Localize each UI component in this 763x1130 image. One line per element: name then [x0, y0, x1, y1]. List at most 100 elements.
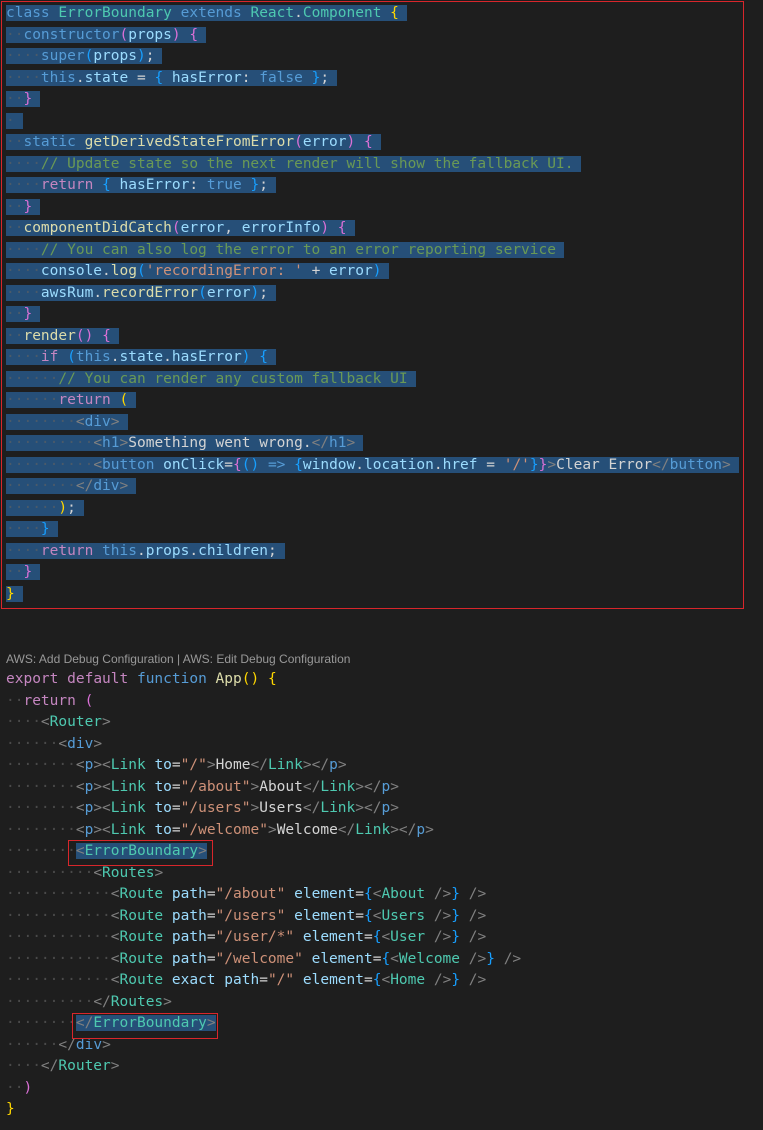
- code-line[interactable]: ··}: [0, 89, 739, 111]
- line-tokens: this.state = { hasError: false };: [41, 70, 329, 86]
- code-line[interactable]: export default function App() {: [0, 669, 521, 691]
- code-line[interactable]: ······// You can render any custom fallb…: [0, 369, 739, 391]
- code-token: ): [250, 284, 260, 301]
- indent-whitespace: ··: [6, 220, 24, 236]
- code-line[interactable]: ········<ErrorBoundary>: [0, 841, 521, 863]
- code-line[interactable]: ······return (: [0, 390, 739, 412]
- code-token: Users: [381, 907, 426, 924]
- code-line[interactable]: ········<div>: [0, 412, 739, 434]
- code-line[interactable]: ·: [0, 111, 739, 133]
- code-line[interactable]: ··componentDidCatch(error, errorInfo) {: [0, 218, 739, 240]
- code-token: >: [119, 478, 129, 494]
- code-line[interactable]: ····</Router>: [0, 1056, 521, 1078]
- code-line[interactable]: ······<div>: [0, 734, 521, 756]
- code-token: >: [154, 864, 164, 881]
- edit-debug-config-link[interactable]: AWS: Edit Debug Configuration: [183, 652, 351, 666]
- code-token: <: [93, 435, 103, 451]
- add-debug-config-link[interactable]: AWS: Add Debug Configuration: [6, 652, 174, 666]
- code-token: </: [652, 456, 670, 473]
- code-token: {: [102, 177, 111, 193]
- code-token: ;: [259, 284, 268, 301]
- line-content: ··········<Routes>: [6, 865, 163, 881]
- code-line[interactable]: ··········<Routes>: [0, 863, 521, 885]
- code-token: =: [477, 456, 504, 473]
- code-token: .: [136, 542, 146, 559]
- code-line[interactable]: ··static getDerivedStateFromError(error)…: [0, 132, 739, 154]
- code-line[interactable]: ····// Update state so the next render w…: [0, 154, 739, 176]
- code-token: ><: [93, 778, 111, 795]
- code-token: />: [468, 950, 487, 967]
- line-tokens: <Route path="/welcome" element={<Welcome…: [111, 951, 521, 967]
- line-content: ······return (: [6, 392, 137, 408]
- code-token: </: [75, 1015, 94, 1031]
- indent-whitespace: ········: [6, 843, 76, 859]
- code-line[interactable]: ············<Route path="/users" element…: [0, 906, 521, 928]
- code-line[interactable]: ········<p><Link to="/welcome">Welcome</…: [0, 820, 521, 842]
- code-line[interactable]: ····return { hasError: true };: [0, 175, 739, 197]
- code-line[interactable]: ············<Route exact path="/" elemen…: [0, 970, 521, 992]
- code-token: Home: [215, 757, 251, 773]
- code-token: element: [311, 950, 373, 967]
- code-token: .: [75, 69, 85, 86]
- code-line[interactable]: ··········<h1>Something went wrong.</h1>: [0, 433, 739, 455]
- code-token: .: [355, 456, 365, 473]
- code-token: >: [722, 456, 731, 473]
- code-line[interactable]: ······</div>: [0, 1035, 521, 1057]
- indent-whitespace: ··: [6, 91, 24, 107]
- code-line[interactable]: ············<Route path="/about" element…: [0, 884, 521, 906]
- code-line[interactable]: ········<p><Link to="/users">Users</Link…: [0, 798, 521, 820]
- code-token: "/user/*": [215, 929, 295, 945]
- line-content: }: [6, 1101, 15, 1117]
- code-line[interactable]: ··········</Routes>: [0, 992, 521, 1014]
- code-line[interactable]: ············<Route path="/user/*" elemen…: [0, 927, 521, 949]
- code-token: >: [267, 821, 277, 838]
- app-code-block[interactable]: export default function App() {··return …: [0, 669, 521, 1121]
- code-line[interactable]: class ErrorBoundary extends React.Compon…: [0, 3, 739, 25]
- code-line[interactable]: ····return this.props.children;: [0, 541, 739, 563]
- code-token: }: [250, 177, 260, 193]
- code-line[interactable]: }: [0, 584, 739, 606]
- code-token: =: [171, 757, 181, 773]
- code-line[interactable]: ········</ErrorBoundary>: [0, 1013, 521, 1035]
- code-line[interactable]: ········</div>: [0, 476, 739, 498]
- code-line[interactable]: ········<p><Link to="/">Home</Link></p>: [0, 755, 521, 777]
- code-token: ;: [145, 48, 155, 64]
- code-line[interactable]: ····// You can also log the error to an …: [0, 240, 739, 262]
- code-token: return: [58, 392, 111, 408]
- code-line[interactable]: ··}: [0, 304, 739, 326]
- code-line[interactable]: ··}: [0, 562, 739, 584]
- code-line[interactable]: ······);: [0, 498, 739, 520]
- code-line[interactable]: ··render() {: [0, 326, 739, 348]
- code-token: <: [110, 907, 120, 924]
- code-line[interactable]: ········<p><Link to="/about">About</Link…: [0, 777, 521, 799]
- code-token: {: [259, 349, 268, 365]
- code-line[interactable]: }: [0, 1099, 521, 1121]
- code-line[interactable]: ··return (: [0, 691, 521, 713]
- code-line[interactable]: ····this.state = { hasError: false };: [0, 68, 739, 90]
- code-token: </: [311, 435, 330, 451]
- code-line[interactable]: ··}: [0, 197, 739, 219]
- code-line[interactable]: ··constructor(props) {: [0, 25, 739, 47]
- code-token: ): [372, 263, 382, 279]
- code-line[interactable]: ··): [0, 1078, 521, 1100]
- code-token: 'recordingError: ': [145, 263, 303, 279]
- code-line[interactable]: ············<Route path="/welcome" eleme…: [0, 949, 521, 971]
- code-token: (: [171, 220, 181, 236]
- error-boundary-code-block[interactable]: class ErrorBoundary extends React.Compon…: [0, 3, 739, 605]
- code-token: location: [364, 456, 434, 473]
- line-content: ····this.state = { hasError: false };: [6, 69, 338, 86]
- code-line[interactable]: ····awsRum.recordError(error);: [0, 283, 739, 305]
- code-line[interactable]: ····}: [0, 519, 739, 541]
- code-line[interactable]: ····<Router>: [0, 712, 521, 734]
- code-token: path: [224, 972, 260, 988]
- code-token: <: [110, 886, 120, 902]
- code-line[interactable]: ····super(props);: [0, 46, 739, 68]
- code-line[interactable]: ··········<button onClick={() => {window…: [0, 455, 739, 477]
- code-line[interactable]: ····if (this.state.hasError) {: [0, 347, 739, 369]
- code-line[interactable]: ····console.log('recordingError: ' + err…: [0, 261, 739, 283]
- code-token: .: [110, 349, 120, 365]
